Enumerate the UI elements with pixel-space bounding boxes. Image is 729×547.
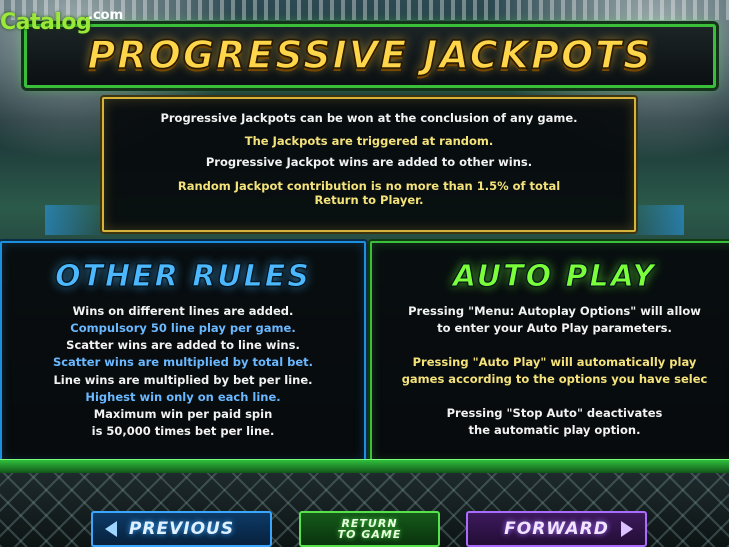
jackpots-panel: Progressive Jackpots can be won at the c…: [102, 97, 636, 232]
autoplay-line: to enter your Auto Play parameters.: [437, 321, 672, 335]
watermark-logo: Catalog: [0, 10, 92, 35]
rule-line: Maximum win per paid spin: [93, 407, 273, 421]
return-button-label: RETURN TO GAME: [338, 518, 402, 540]
autoplay-line: Pressing "Auto Play" will automatically …: [412, 355, 697, 369]
watermark-logo-suffix: .com: [88, 8, 124, 23]
rule-line: Scatter wins are added to line wins.: [66, 338, 300, 352]
auto-play-title: AUTO PLAY: [452, 259, 657, 295]
bottom-rail: [0, 459, 729, 474]
rule-line: Line wins are multiplied by bet per line…: [53, 373, 313, 387]
forward-button[interactable]: FORWARD: [466, 511, 647, 547]
auto-play-panel: AUTO PLAY Pressing "Menu: Autoplay Optio…: [370, 241, 729, 463]
return-to-game-button[interactable]: RETURN TO GAME: [299, 511, 440, 547]
rule-line: Wins on different lines are added.: [72, 304, 294, 318]
other-rules-panel: OTHER RULES Wins on different lines are …: [0, 241, 366, 463]
rule-line: Compulsory 50 line play per game.: [70, 321, 296, 335]
arrow-left-icon: [105, 521, 117, 537]
forward-button-label: FORWARD: [504, 519, 609, 539]
rule-line: Highest win only on each line.: [85, 390, 281, 404]
autoplay-line: Pressing "Menu: Autoplay Options" will a…: [408, 304, 701, 318]
title-banner: PROGRESSIVE JACKPOTS: [24, 24, 716, 88]
panel-glow-left: [45, 205, 105, 235]
return-button-line2: TO GAME: [337, 528, 402, 541]
previous-button[interactable]: PREVIOUS: [91, 511, 272, 547]
page-title: PROGRESSIVE JACKPOTS: [87, 32, 653, 78]
jackpot-line: The Jackpots are triggered at random.: [244, 134, 494, 148]
autoplay-line: the automatic play option.: [468, 423, 641, 437]
other-rules-title: OTHER RULES: [55, 259, 311, 295]
autoplay-line: Pressing "Stop Auto" deactivates: [446, 406, 663, 420]
rule-line: is 50,000 times bet per line.: [91, 424, 275, 438]
previous-button-label: PREVIOUS: [128, 519, 235, 539]
jackpot-line: Progressive Jackpots can be won at the c…: [160, 111, 578, 125]
jackpot-line: Random Jackpot contribution is no more t…: [177, 179, 561, 193]
rule-line: Scatter wins are multiplied by total bet…: [52, 355, 314, 369]
arrow-right-icon: [621, 521, 633, 537]
jackpot-line: Return to Player.: [314, 193, 424, 207]
jackpot-line: Progressive Jackpot wins are added to ot…: [205, 155, 533, 169]
autoplay-line: games according to the options you have …: [401, 372, 708, 386]
